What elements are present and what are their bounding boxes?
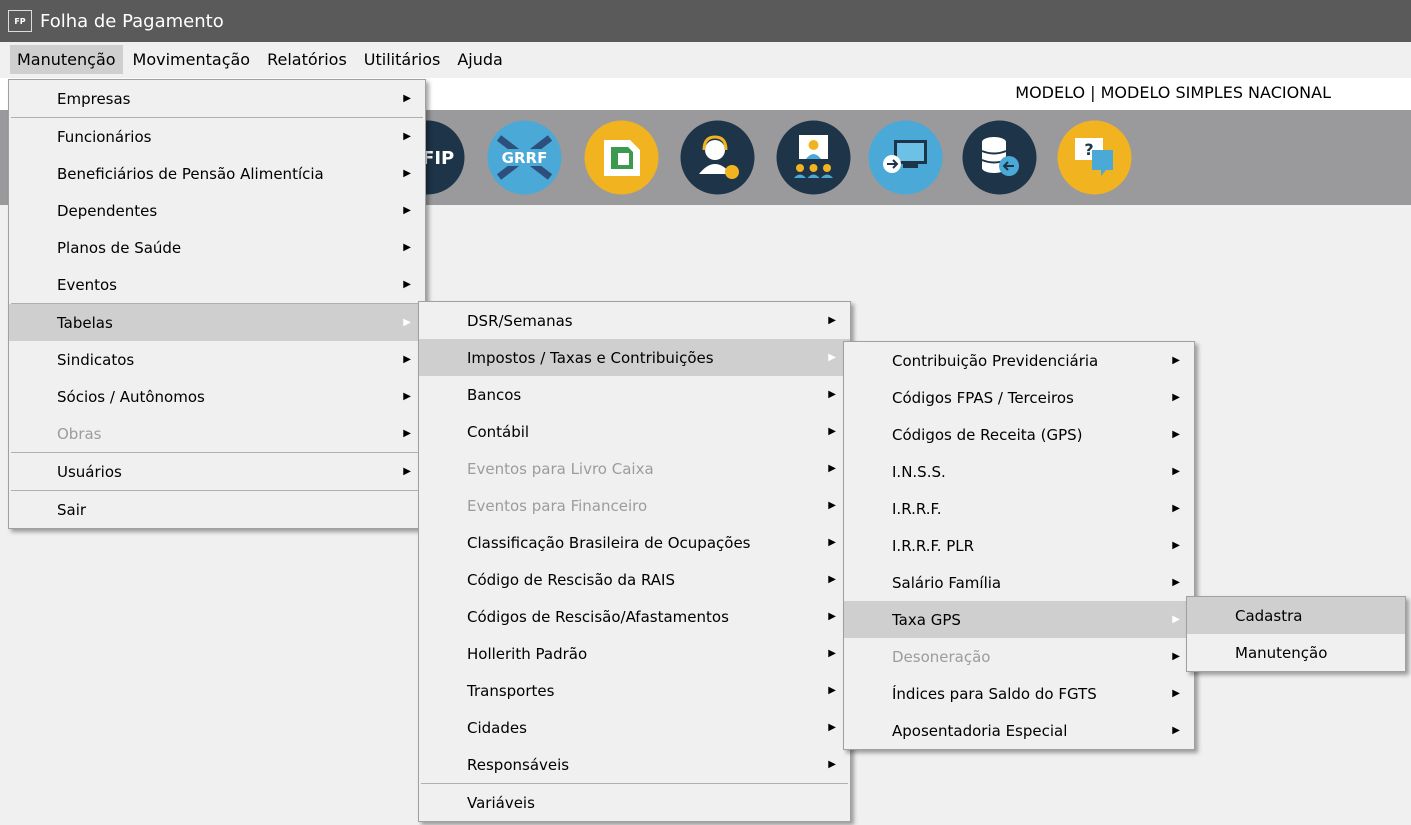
menu-item-salario-familia[interactable]: Salário Família ▶ bbox=[844, 564, 1194, 601]
menu-item-sair[interactable]: Sair bbox=[9, 491, 425, 528]
menu-item-cadastra[interactable]: Cadastra bbox=[1187, 597, 1405, 634]
chevron-right-icon: ▶ bbox=[1172, 688, 1180, 699]
menu-item-rescisao-rais[interactable]: Código de Rescisão da RAIS ▶ bbox=[419, 561, 850, 598]
menu-bar: Manutenção Movimentação Relatórios Utili… bbox=[0, 42, 1411, 76]
support-agent-icon[interactable] bbox=[680, 120, 755, 195]
menu-item-socios-autonomos[interactable]: Sócios / Autônomos ▶ bbox=[9, 378, 425, 415]
chevron-right-icon: ▶ bbox=[403, 279, 411, 290]
menu-item-manutencao[interactable]: Manutenção bbox=[1187, 634, 1405, 671]
menu-item-codigos-fpas[interactable]: Códigos FPAS / Terceiros ▶ bbox=[844, 379, 1194, 416]
menu-relatorios[interactable]: Relatórios bbox=[260, 45, 354, 74]
menu-manutencao[interactable]: Manutenção bbox=[10, 44, 123, 74]
chevron-right-icon: ▶ bbox=[828, 611, 836, 622]
menu-item-planos-de-saude[interactable]: Planos de Saúde ▶ bbox=[9, 229, 425, 266]
chevron-right-icon: ▶ bbox=[1172, 466, 1180, 477]
remote-screen-icon[interactable] bbox=[868, 120, 943, 195]
chevron-right-icon: ▶ bbox=[828, 500, 836, 511]
menu-item-bancos[interactable]: Bancos ▶ bbox=[419, 376, 850, 413]
chevron-right-icon: ▶ bbox=[828, 389, 836, 400]
chevron-right-icon: ▶ bbox=[828, 537, 836, 548]
menu-item-irrf[interactable]: I.R.R.F. ▶ bbox=[844, 490, 1194, 527]
menu-item-usuarios[interactable]: Usuários ▶ bbox=[9, 453, 425, 490]
menu-item-impostos-taxas[interactable]: Impostos / Taxas e Contribuições ▶ bbox=[419, 339, 850, 376]
chevron-right-icon: ▶ bbox=[828, 722, 836, 733]
chevron-right-icon: ▶ bbox=[1172, 614, 1180, 625]
menu-item-cbo[interactable]: Classificação Brasileira de Ocupações ▶ bbox=[419, 524, 850, 561]
menu-item-indices-fgts[interactable]: Índices para Saldo do FGTS ▶ bbox=[844, 675, 1194, 712]
menu-item-eventos[interactable]: Eventos ▶ bbox=[9, 266, 425, 303]
menu-item-obras[interactable]: Obras ▶ bbox=[9, 415, 425, 452]
window-title: Folha de Pagamento bbox=[40, 10, 224, 32]
chevron-right-icon: ▶ bbox=[403, 391, 411, 402]
menu-item-eventos-livro-caixa[interactable]: Eventos para Livro Caixa ▶ bbox=[419, 450, 850, 487]
chevron-right-icon: ▶ bbox=[403, 428, 411, 439]
menu-item-hollerith-padrao[interactable]: Hollerith Padrão ▶ bbox=[419, 635, 850, 672]
menu-item-empresas[interactable]: Empresas ▶ bbox=[9, 80, 425, 117]
chevron-right-icon: ▶ bbox=[1172, 392, 1180, 403]
chevron-right-icon: ▶ bbox=[1172, 503, 1180, 514]
chevron-right-icon: ▶ bbox=[403, 131, 411, 142]
chevron-right-icon: ▶ bbox=[828, 463, 836, 474]
chevron-right-icon: ▶ bbox=[828, 315, 836, 326]
menu-item-responsaveis[interactable]: Responsáveis ▶ bbox=[419, 746, 850, 783]
menu-item-contribuicao-previdenciaria[interactable]: Contribuição Previdenciária ▶ bbox=[844, 342, 1194, 379]
menu-item-inss[interactable]: I.N.S.S. ▶ bbox=[844, 453, 1194, 490]
chevron-right-icon: ▶ bbox=[1172, 651, 1180, 662]
chevron-right-icon: ▶ bbox=[403, 205, 411, 216]
menu-item-contabil[interactable]: Contábil ▶ bbox=[419, 413, 850, 450]
menu-item-rescisao-afastamentos[interactable]: Códigos de Rescisão/Afastamentos ▶ bbox=[419, 598, 850, 635]
app-icon: FP bbox=[8, 10, 32, 32]
document-icon[interactable] bbox=[584, 120, 659, 195]
menu-item-funcionarios[interactable]: Funcionários ▶ bbox=[9, 118, 425, 155]
chevron-right-icon: ▶ bbox=[828, 759, 836, 770]
chevron-right-icon: ▶ bbox=[1172, 577, 1180, 588]
menu-item-desoneracao[interactable]: Desoneração ▶ bbox=[844, 638, 1194, 675]
database-backup-icon[interactable] bbox=[962, 120, 1037, 195]
menu-item-codigos-receita-gps[interactable]: Códigos de Receita (GPS) ▶ bbox=[844, 416, 1194, 453]
help-chat-icon[interactable]: ? bbox=[1057, 120, 1132, 195]
chevron-right-icon: ▶ bbox=[828, 574, 836, 585]
chevron-right-icon: ▶ bbox=[828, 685, 836, 696]
title-bar: FP Folha de Pagamento bbox=[0, 0, 1411, 42]
menu-item-eventos-financeiro[interactable]: Eventos para Financeiro ▶ bbox=[419, 487, 850, 524]
menu-item-transportes[interactable]: Transportes ▶ bbox=[419, 672, 850, 709]
chevron-right-icon: ▶ bbox=[403, 242, 411, 253]
menu-ajuda[interactable]: Ajuda bbox=[450, 45, 510, 74]
menu-item-beneficiarios[interactable]: Beneficiários de Pensão Alimentícia ▶ bbox=[9, 155, 425, 192]
menu-tabelas-submenu: DSR/Semanas ▶ Impostos / Taxas e Contribu… bbox=[418, 301, 851, 822]
menu-impostos-submenu: Contribuição Previdenciária ▶ Códigos FPA… bbox=[843, 341, 1195, 750]
menu-item-aposentadoria-especial[interactable]: Aposentadoria Especial ▶ bbox=[844, 712, 1194, 749]
menu-item-cidades[interactable]: Cidades ▶ bbox=[419, 709, 850, 746]
chevron-right-icon: ▶ bbox=[828, 352, 836, 363]
menu-utilitarios[interactable]: Utilitários bbox=[357, 45, 448, 74]
chevron-right-icon: ▶ bbox=[1172, 429, 1180, 440]
menu-item-sindicatos[interactable]: Sindicatos ▶ bbox=[9, 341, 425, 378]
menu-item-dsr-semanas[interactable]: DSR/Semanas ▶ bbox=[419, 302, 850, 339]
chevron-right-icon: ▶ bbox=[1172, 355, 1180, 366]
menu-movimentacao[interactable]: Movimentação bbox=[126, 45, 258, 74]
menu-manutencao-dropdown: Empresas ▶ Funcionários ▶ Beneficiários de… bbox=[8, 79, 426, 529]
company-name: MODELO | MODELO SIMPLES NACIONAL bbox=[1015, 83, 1331, 102]
chevron-right-icon: ▶ bbox=[403, 93, 411, 104]
chevron-right-icon: ▶ bbox=[403, 168, 411, 179]
menu-item-irrf-plr[interactable]: I.R.R.F. PLR ▶ bbox=[844, 527, 1194, 564]
chevron-right-icon: ▶ bbox=[403, 317, 411, 328]
chevron-right-icon: ▶ bbox=[1172, 725, 1180, 736]
menu-item-tabelas[interactable]: Tabelas ▶ bbox=[9, 304, 425, 341]
menu-item-dependentes[interactable]: Dependentes ▶ bbox=[9, 192, 425, 229]
chevron-right-icon: ▶ bbox=[403, 354, 411, 365]
meeting-icon[interactable] bbox=[776, 120, 851, 195]
chevron-right-icon: ▶ bbox=[828, 426, 836, 437]
svg-text:GRRF: GRRF bbox=[502, 149, 548, 167]
chevron-right-icon: ▶ bbox=[1172, 540, 1180, 551]
chevron-right-icon: ▶ bbox=[828, 648, 836, 659]
menu-item-variaveis[interactable]: Variáveis bbox=[419, 784, 850, 821]
grrf-icon[interactable]: GRRF bbox=[487, 120, 562, 195]
menu-taxa-gps-submenu: Cadastra Manutenção bbox=[1186, 596, 1406, 672]
menu-item-taxa-gps[interactable]: Taxa GPS ▶ bbox=[844, 601, 1194, 638]
chevron-right-icon: ▶ bbox=[403, 466, 411, 477]
